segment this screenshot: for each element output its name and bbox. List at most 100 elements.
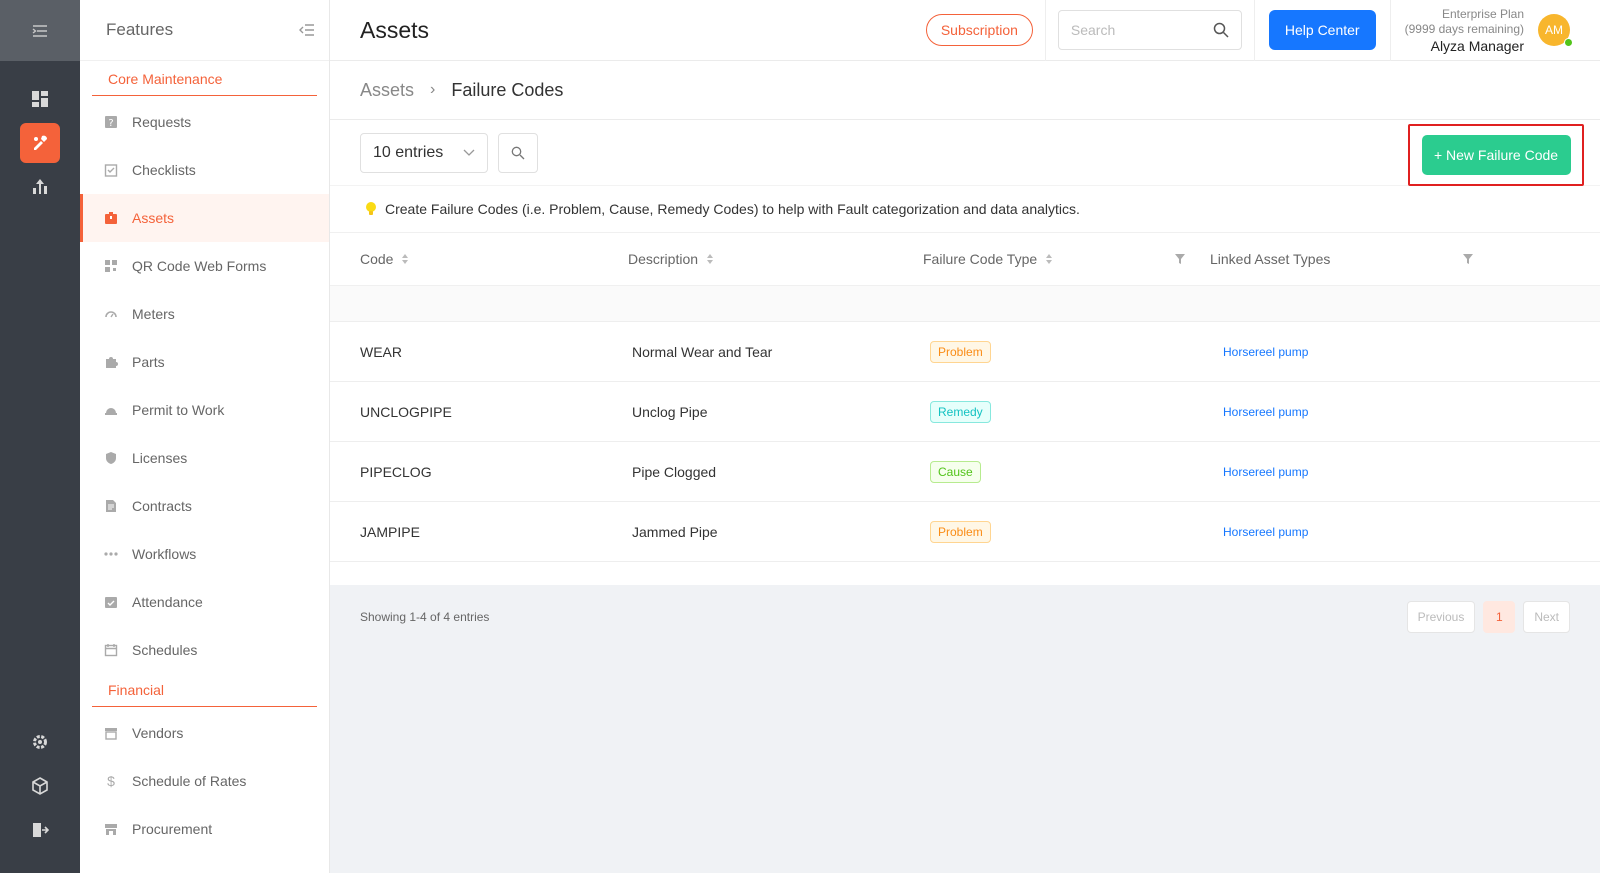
chevron-right-icon: › — [430, 81, 436, 98]
sidebar-item-label: Licenses — [132, 450, 188, 466]
breadcrumb-assets-link[interactable]: Assets — [360, 80, 414, 101]
dashboard-icon — [32, 91, 48, 107]
calendar-icon — [104, 643, 118, 657]
workflow-icon — [104, 547, 118, 561]
gauge-icon — [104, 307, 118, 321]
cell-code: UNCLOGPIPE — [360, 404, 452, 420]
sidebar-item-label: Checklists — [132, 162, 196, 178]
checklist-icon — [104, 163, 118, 177]
avatar[interactable]: AM — [1538, 14, 1573, 47]
search-input[interactable]: Search — [1057, 10, 1242, 50]
column-header-description[interactable]: Description — [628, 251, 714, 267]
entries-summary: Showing 1-4 of 4 entries — [360, 610, 490, 624]
top-header: Assets Subscription Search Help Center E… — [330, 0, 1600, 61]
plan-name: Enterprise Plan — [1441, 6, 1524, 21]
icon-rail — [0, 0, 80, 873]
sidebar-item-checklists[interactable]: Checklists — [80, 146, 329, 194]
divider — [1044, 0, 1046, 61]
cell-description: Normal Wear and Tear — [632, 344, 773, 360]
cell-description: Unclog Pipe — [632, 404, 708, 420]
sort-icon — [402, 254, 409, 264]
linked-asset-link[interactable]: Horsereel pump — [1223, 465, 1308, 479]
sidebar-item-qr-code-web-forms[interactable]: QR Code Web Forms — [80, 242, 329, 290]
search-icon — [511, 146, 525, 159]
sidebar-item-label: Procurement — [132, 821, 213, 837]
logout-nav-button[interactable] — [20, 810, 60, 850]
table-filter-row — [330, 286, 1600, 322]
settings-nav-button[interactable] — [20, 722, 60, 762]
linked-asset-link[interactable]: Horsereel pump — [1223, 525, 1308, 539]
new-failure-code-button[interactable]: + New Failure Code — [1421, 135, 1571, 175]
chevron-down-icon — [463, 149, 475, 156]
page-1-button[interactable]: 1 — [1483, 601, 1516, 633]
failure-codes-panel: 10 entries + New Failure Code Create Fai… — [330, 120, 1600, 585]
maintenance-nav-button[interactable] — [20, 123, 60, 163]
divider — [1389, 0, 1391, 61]
entries-select-value: 10 entries — [373, 143, 444, 161]
analytics-nav-button[interactable] — [20, 167, 60, 207]
sidebar-item-attendance[interactable]: Attendance — [80, 578, 329, 626]
column-header-failure-code-type[interactable]: Failure Code Type — [923, 251, 1053, 267]
shop-icon — [104, 822, 118, 836]
column-label: Failure Code Type — [923, 251, 1038, 267]
question-icon: ? — [104, 115, 118, 129]
package-nav-button[interactable] — [20, 766, 60, 806]
table-row[interactable]: UNCLOGPIPE Unclog Pipe Remedy Horsereel … — [330, 382, 1600, 442]
table-search-button[interactable] — [498, 132, 538, 173]
hardhat-icon — [104, 403, 118, 417]
next-page-button[interactable]: Next — [1523, 601, 1570, 633]
type-badge: Problem — [930, 341, 991, 363]
table-row[interactable]: JAMPIPE Jammed Pipe Problem Horsereel pu… — [330, 502, 1600, 562]
help-center-button[interactable]: Help Center — [1268, 10, 1376, 50]
section-financial: Financial — [92, 682, 317, 707]
settings-icon — [33, 735, 47, 749]
sidebar-item-meters[interactable]: Meters — [80, 290, 329, 338]
sidebar-item-requests[interactable]: ? Requests — [80, 98, 329, 146]
dollar-icon: $ — [107, 773, 115, 789]
entries-select[interactable]: 10 entries — [360, 132, 488, 173]
sidebar-item-label: Workflows — [132, 546, 197, 562]
sidebar-item-schedule-of-rates[interactable]: $ Schedule of Rates — [80, 757, 329, 805]
sidebar-item-label: Schedules — [132, 642, 198, 658]
new-failure-code-highlight: + New Failure Code — [1408, 124, 1584, 186]
sidebar-item-schedules[interactable]: Schedules — [80, 626, 329, 674]
sidebar-item-procurement[interactable]: Procurement — [80, 805, 329, 853]
sidebar-item-label: Assets — [132, 210, 175, 226]
dashboard-nav-button[interactable] — [20, 79, 60, 119]
user-info[interactable]: Enterprise Plan (9999 days remaining) Al… — [1405, 7, 1524, 54]
sidebar-item-workflows[interactable]: Workflows — [80, 530, 329, 578]
cell-description: Pipe Clogged — [632, 464, 717, 480]
plan-remaining: (9999 days remaining) — [1404, 21, 1524, 36]
sidebar-item-permit-to-work[interactable]: Permit to Work — [80, 386, 329, 434]
qr-code-icon — [104, 259, 118, 273]
subscription-button[interactable]: Subscription — [925, 14, 1033, 46]
linked-asset-link[interactable]: Horsereel pump — [1223, 405, 1308, 419]
assets-icon — [104, 211, 118, 225]
sidebar-item-contracts[interactable]: Contracts — [80, 482, 329, 530]
avatar-initials: AM — [1545, 23, 1563, 37]
sidebar-item-label: QR Code Web Forms — [132, 258, 267, 274]
menu-toggle-button[interactable] — [0, 0, 80, 61]
cell-description: Jammed Pipe — [632, 524, 718, 540]
sidebar-item-assets[interactable]: Assets — [80, 194, 329, 242]
notice-text: Create Failure Codes (i.e. Problem, Caus… — [385, 201, 1080, 217]
table-row[interactable]: WEAR Normal Wear and Tear Problem Horser… — [330, 322, 1600, 382]
column-header-linked-asset-types: Linked Asset Types — [1210, 251, 1330, 267]
page-title: Assets — [360, 16, 430, 43]
analytics-icon — [33, 179, 47, 194]
sidebar-item-label: Requests — [132, 114, 192, 130]
table-row[interactable]: PIPECLOG Pipe Clogged Cause Horsereel pu… — [330, 442, 1600, 502]
filter-icon[interactable] — [1462, 253, 1474, 265]
sort-icon — [707, 254, 714, 264]
sidebar-item-licenses[interactable]: Licenses — [80, 434, 329, 482]
previous-page-button[interactable]: Previous — [1406, 601, 1476, 633]
sidebar-item-parts[interactable]: Parts — [80, 338, 329, 386]
filter-icon[interactable] — [1174, 253, 1186, 265]
linked-asset-link[interactable]: Horsereel pump — [1223, 345, 1308, 359]
divider — [1253, 0, 1255, 61]
sidebar-item-vendors[interactable]: Vendors — [80, 709, 329, 757]
column-header-code[interactable]: Code — [360, 251, 409, 267]
column-label: Code — [360, 251, 394, 267]
online-status-dot — [1564, 38, 1573, 47]
collapse-sidebar-icon[interactable] — [299, 23, 315, 37]
